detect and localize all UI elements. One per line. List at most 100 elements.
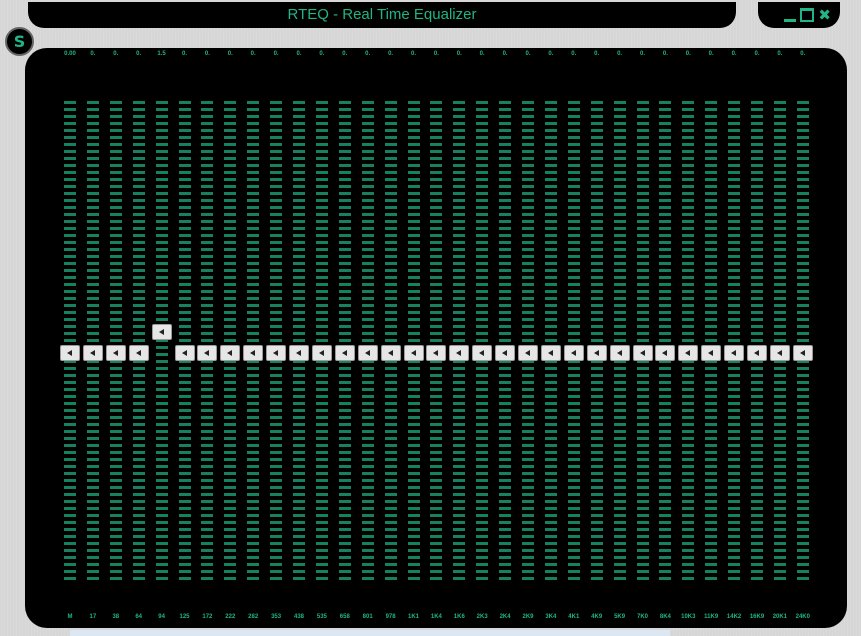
- band-slider-handle[interactable]: [426, 345, 447, 361]
- band-slider-track[interactable]: [64, 101, 76, 584]
- band-slider-handle[interactable]: [495, 345, 516, 361]
- led-segment: [590, 262, 603, 265]
- band-slider-handle[interactable]: [701, 345, 722, 361]
- band-slider-handle[interactable]: [769, 345, 790, 361]
- band-slider-track[interactable]: [270, 101, 283, 584]
- led-segment: [270, 577, 283, 580]
- led-segment: [796, 290, 809, 293]
- band-slider-track[interactable]: [109, 101, 122, 584]
- led-segment: [270, 332, 283, 335]
- led-segment: [682, 339, 695, 342]
- band-slider-track[interactable]: [522, 101, 534, 584]
- band-slider-handle[interactable]: [792, 345, 813, 361]
- band-slider-track[interactable]: [178, 101, 191, 584]
- band-slider-track[interactable]: [453, 101, 466, 584]
- band-slider-track[interactable]: [155, 101, 168, 584]
- led-segment: [132, 423, 145, 426]
- maximize-button[interactable]: [800, 8, 815, 22]
- led-segment: [224, 297, 237, 300]
- led-segment: [315, 507, 328, 510]
- led-segment: [109, 437, 122, 440]
- band-slider-handle[interactable]: [540, 345, 561, 361]
- led-segment: [659, 486, 672, 489]
- band-slider-track[interactable]: [132, 101, 145, 584]
- band-slider-track[interactable]: [338, 101, 351, 584]
- band-slider-track[interactable]: [476, 101, 489, 584]
- band-slider-track[interactable]: [247, 101, 260, 584]
- band-slider-handle[interactable]: [289, 345, 309, 361]
- band-slider-track[interactable]: [544, 101, 557, 584]
- band-slider-track[interactable]: [751, 101, 763, 584]
- band-slider-handle[interactable]: [449, 345, 470, 361]
- led-segment: [430, 521, 443, 524]
- band-slider-track[interactable]: [659, 101, 672, 584]
- band-slider-handle[interactable]: [563, 345, 584, 361]
- band-slider-track[interactable]: [201, 101, 214, 584]
- band-slider-handle[interactable]: [174, 345, 195, 361]
- close-button[interactable]: ✖: [818, 8, 831, 23]
- band-slider-track[interactable]: [224, 101, 237, 584]
- band-slider-handle[interactable]: [311, 345, 332, 361]
- band-slider-handle[interactable]: [609, 345, 630, 361]
- led-segment: [705, 535, 718, 538]
- led-segment: [247, 255, 260, 258]
- led-segment: [430, 374, 443, 377]
- minimize-button[interactable]: [784, 18, 797, 22]
- led-segment: [567, 234, 580, 237]
- led-segment: [407, 528, 420, 531]
- band-slider-handle[interactable]: [518, 345, 538, 361]
- led-segment: [338, 220, 351, 223]
- led-segment: [384, 276, 397, 279]
- band-slider-handle[interactable]: [151, 324, 172, 340]
- led-segment: [659, 458, 672, 461]
- band-slider-handle[interactable]: [82, 345, 103, 361]
- band-slider-handle[interactable]: [678, 345, 699, 361]
- band-slider-handle[interactable]: [334, 345, 355, 361]
- band-slider-track[interactable]: [682, 101, 695, 584]
- led-segment: [636, 486, 649, 489]
- band-slider-handle[interactable]: [380, 345, 401, 361]
- band-slider-track[interactable]: [315, 101, 328, 584]
- band-slider-handle[interactable]: [220, 345, 241, 361]
- band-slider-track[interactable]: [499, 101, 512, 584]
- band-slider-track[interactable]: [705, 101, 718, 584]
- led-segment: [201, 570, 214, 573]
- band-slider-track[interactable]: [430, 101, 443, 584]
- band-slider-track[interactable]: [407, 101, 420, 584]
- band-gain-value: 0.: [571, 51, 577, 57]
- led-segment: [247, 115, 260, 118]
- band-slider-track[interactable]: [361, 101, 374, 584]
- band-slider-handle[interactable]: [724, 345, 745, 361]
- band-slider-track[interactable]: [613, 101, 626, 584]
- band-slider-track[interactable]: [590, 101, 603, 584]
- led-segment: [773, 465, 786, 468]
- band-slider-handle[interactable]: [655, 345, 676, 361]
- band-slider-handle[interactable]: [357, 345, 378, 361]
- band-slider-track[interactable]: [86, 101, 99, 584]
- band-slider-track[interactable]: [293, 101, 305, 584]
- band-slider-handle[interactable]: [105, 345, 126, 361]
- band-slider-handle[interactable]: [472, 345, 493, 361]
- band-slider-track[interactable]: [567, 101, 580, 584]
- band-slider-handle[interactable]: [243, 345, 264, 361]
- band-slider-track[interactable]: [796, 101, 809, 584]
- led-segment: [407, 101, 420, 104]
- app-logo-button[interactable]: S: [5, 27, 34, 56]
- band-slider-handle[interactable]: [266, 345, 287, 361]
- led-segment: [384, 493, 397, 496]
- led-segment: [728, 570, 741, 573]
- band-slider-handle[interactable]: [747, 345, 767, 361]
- band-slider-track[interactable]: [384, 101, 397, 584]
- band-slider-handle[interactable]: [60, 345, 80, 361]
- led-segment: [155, 157, 168, 160]
- band-slider-track[interactable]: [728, 101, 741, 584]
- band-slider-handle[interactable]: [128, 345, 149, 361]
- band-slider-track[interactable]: [773, 101, 786, 584]
- band-slider-track[interactable]: [636, 101, 649, 584]
- led-segment: [430, 213, 443, 216]
- band-slider-handle[interactable]: [632, 345, 653, 361]
- band-slider-handle[interactable]: [197, 345, 218, 361]
- led-segment: [705, 283, 718, 286]
- band-slider-handle[interactable]: [586, 345, 607, 361]
- band-slider-handle[interactable]: [403, 345, 424, 361]
